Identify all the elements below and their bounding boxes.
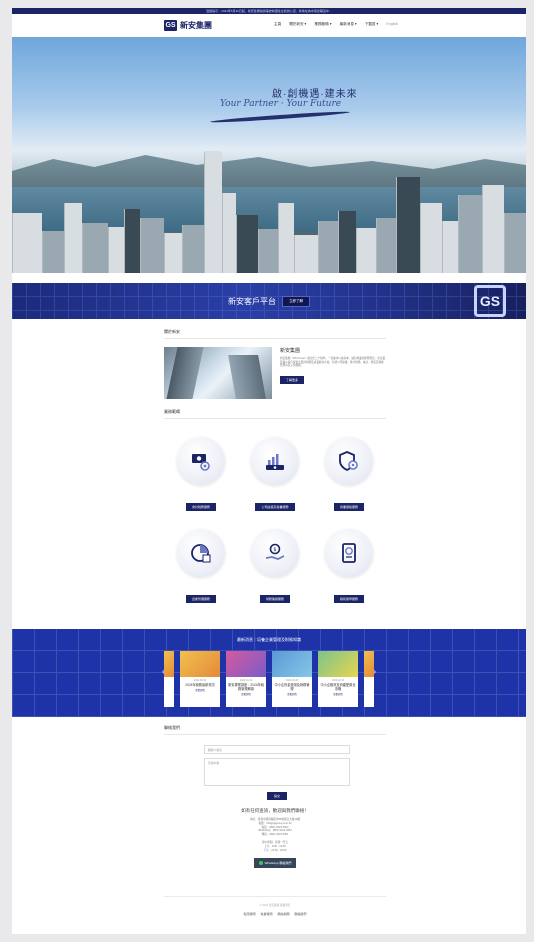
about-image [164, 347, 272, 399]
site-footer: © 2024 新安集團 版權所有 私隱聲明 免責聲明 網站地圖 聯絡我們 [164, 896, 386, 916]
coins-gear-icon[interactable] [177, 437, 225, 485]
service-button-financial-planning[interactable]: 財務策劃服務 [259, 595, 290, 603]
copyright: © 2024 新安集團 版權所有 [259, 904, 291, 907]
platform-title: 新安客戶平台 [228, 296, 276, 306]
hero-subtitle: Your Partner · Your Future [220, 99, 342, 109]
hero-swoosh [210, 110, 350, 124]
office-hours-afternoon: 下午：14:00 - 18:00 [263, 848, 287, 852]
service-item: 會計稅務服務 [164, 437, 238, 511]
main-nav: 主頁 關於新安 ▾ 業務範疇 ▾ 最新消息 ▾ 下載區 ▾ English [274, 22, 398, 27]
name-field[interactable]: 聯絡人姓名 [204, 745, 350, 754]
news-section: 最新消息｜培養企業管理及財務知識 ‹ › 2024-05-20 2024年稅務最… [12, 629, 526, 717]
top-notice-text: 溫馨提示：2024年5月30日起，新安集團總辦事處將遷往全新辦公室，新地址為中環… [206, 9, 332, 13]
whatsapp-button-label: WhatsApp 聯絡我們 [264, 861, 292, 866]
news-card-title: 新安專業講座：2024年稅務新規解讀 [228, 683, 264, 691]
services-section: 業務範疇 會計稅務服務 公司註冊及秘書服務 商業保險服務 資產管理服務 $ 財務… [164, 409, 386, 603]
contact-section-title: 聯絡我們 [164, 725, 386, 735]
news-card-title: 中小企融資及資產配置全攻略 [320, 683, 356, 691]
about-more-button[interactable]: 了解更多 [280, 375, 305, 384]
footer-links: 私隱聲明 免責聲明 網站地圖 聯絡我們 [164, 912, 386, 916]
news-card-image [272, 651, 312, 677]
service-button-immigration[interactable]: 移民留學服務 [333, 595, 364, 603]
site-header: GS 新安集團 主頁 關於新安 ▾ 業務範疇 ▾ 最新消息 ▾ 下載區 ▾ En… [12, 14, 526, 37]
service-item: 移民留學服務 [312, 529, 386, 603]
news-card-title: 中小企資金運用及財務管理 [274, 683, 310, 691]
service-item: $ 財務策劃服務 [238, 529, 312, 603]
contact-heading: 如有任何查詢，歡迎與我們聯絡！ [241, 808, 309, 813]
hand-coin-icon[interactable]: $ [251, 529, 299, 577]
news-card[interactable]: 2024-04-16 新安專業講座：2024年稅務新規解讀 查看詳情 [226, 651, 266, 707]
news-card-partial[interactable] [364, 651, 374, 707]
svg-text:$: $ [273, 547, 276, 553]
page: 溫馨提示：2024年5月30日起，新安集團總辦事處將遷往全新辦公室，新地址為中環… [12, 8, 526, 934]
nav-item-about[interactable]: 關於新安 ▾ [289, 22, 306, 27]
passport-icon[interactable] [325, 529, 373, 577]
news-card-more-link[interactable]: 查看詳情 [180, 688, 220, 692]
nav-item-language[interactable]: English [386, 22, 398, 27]
service-item: 公司註冊及秘書服務 [238, 437, 312, 511]
news-title: 最新消息｜培養企業管理及財務知識 [237, 637, 301, 642]
bar-chart-money-icon[interactable] [251, 437, 299, 485]
footer-link-contact[interactable]: 聯絡我們 [295, 912, 307, 916]
news-card-image [180, 651, 220, 677]
submit-button[interactable]: 提交 [267, 792, 287, 800]
contact-section: 聯絡我們 聯絡人姓名 查詢內容 提交 如有任何查詢，歡迎與我們聯絡！ 地址：香港… [164, 725, 386, 870]
nav-item-downloads[interactable]: 下載區 ▾ [365, 22, 379, 27]
footer-link-disclaimer[interactable]: 免責聲明 [260, 912, 272, 916]
client-platform-banner: 新安客戶平台 立即了解 GS [12, 283, 526, 319]
logo-mark: GS [164, 20, 177, 31]
hero-title: 啟·創機遇·建未來 [272, 89, 358, 100]
contact-form: 聯絡人姓名 查詢內容 提交 [204, 745, 350, 800]
news-card[interactable]: 2024-05-20 2024年稅務最新資訊 查看詳情 [180, 651, 220, 707]
news-card[interactable]: 2024-03-28 中小企資金運用及財務管理 查看詳情 [272, 651, 312, 707]
news-card-image [226, 651, 266, 677]
pie-chart-icon[interactable] [177, 529, 225, 577]
news-card-more-link[interactable]: 查看詳情 [318, 692, 358, 696]
whatsapp-button[interactable]: WhatsApp 聯絡我們 [253, 858, 297, 869]
about-section: 關於新安 新安集團 新安集團（GS Group）成立於二十餘年，一直秉承以客為本… [164, 329, 386, 399]
about-heading: 新安集團 [280, 348, 301, 354]
news-card-more-link[interactable]: 查看詳情 [272, 692, 312, 696]
footer-link-sitemap[interactable]: 網站地圖 [278, 912, 290, 916]
nav-item-services[interactable]: 業務範疇 ▾ [314, 22, 331, 27]
whatsapp-icon [258, 861, 263, 866]
hero-banner: 啟·創機遇·建未來 Your Partner · Your Future [12, 37, 526, 273]
about-body: 新安集團（GS Group）成立於二十餘年，一直秉承以客為本、誠信專業的經營理念… [280, 357, 386, 368]
service-item: 資產管理服務 [164, 529, 238, 603]
nav-item-home[interactable]: 主頁 [274, 22, 281, 27]
platform-logo-mark: GS [474, 285, 506, 317]
footer-link-privacy[interactable]: 私隱聲明 [243, 912, 255, 916]
nav-item-news[interactable]: 最新消息 ▾ [340, 22, 357, 27]
site-logo[interactable]: GS 新安集團 [164, 20, 212, 31]
logo-text: 新安集團 [180, 21, 212, 30]
hero-skyline [12, 151, 526, 273]
contact-info: 如有任何查詢，歡迎與我們聯絡！ 地址：香港中環德輔道中68號萬宜大廈19樓 電郵… [164, 808, 386, 870]
shield-gear-icon[interactable] [325, 437, 373, 485]
service-item: 商業保險服務 [312, 437, 386, 511]
service-button-insurance[interactable]: 商業保險服務 [333, 503, 364, 511]
contact-fax: 傳真：(852) 2523 6001 [261, 833, 289, 837]
service-button-company-secretary[interactable]: 公司註冊及秘書服務 [255, 503, 295, 511]
platform-learn-more-button[interactable]: 立即了解 [282, 295, 310, 307]
service-button-asset-management[interactable]: 資產管理服務 [185, 595, 216, 603]
service-button-accounting[interactable]: 會計稅務服務 [185, 503, 216, 511]
services-section-title: 業務範疇 [164, 409, 386, 419]
news-card-more-link[interactable]: 查看詳情 [226, 692, 266, 696]
news-card-image [318, 651, 358, 677]
news-card-partial[interactable] [164, 651, 174, 707]
news-card[interactable]: 2024-02-10 中小企融資及資產配置全攻略 查看詳情 [318, 651, 358, 707]
about-section-title: 關於新安 [164, 329, 386, 339]
message-field[interactable]: 查詢內容 [204, 758, 350, 786]
